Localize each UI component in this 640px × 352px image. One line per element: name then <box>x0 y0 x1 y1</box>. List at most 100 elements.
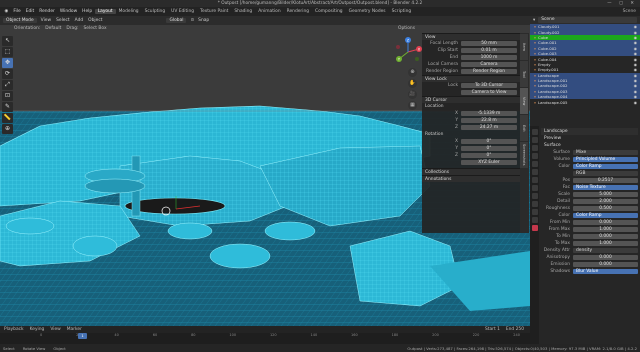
end-frame-field[interactable]: End 250 <box>506 327 524 332</box>
timeline-menu-view[interactable]: View <box>50 327 60 332</box>
view-prop-value-field[interactable]: Camera <box>461 61 517 68</box>
timeline-menu-marker[interactable]: Marker <box>67 327 82 332</box>
object-tab-icon[interactable] <box>531 177 538 183</box>
outliner-filter-icon[interactable]: ▾ <box>533 18 535 23</box>
cursor-location-value-field[interactable]: 24.27 m <box>461 124 517 131</box>
shader-node-value[interactable]: 0.000 <box>573 219 638 226</box>
shader-node-value[interactable]: 0.000 <box>573 233 638 240</box>
cursor-section-header[interactable]: 3D Cursor <box>422 96 520 103</box>
viewport-menu-select[interactable]: Select <box>56 18 70 23</box>
workspace-tab-modeling[interactable]: Modeling <box>116 9 142 14</box>
visibility-eye-icon[interactable]: ◉ <box>634 89 637 94</box>
select-box-icon[interactable]: ⬚ <box>2 47 13 57</box>
annotate-tool-icon[interactable]: ✎ <box>2 102 13 112</box>
cursor-rotation-value-field[interactable]: 0° <box>461 152 517 159</box>
outliner-item[interactable]: ▿ Landscape.005 ◉ <box>530 99 640 105</box>
camera-view-icon[interactable]: 🎥 <box>408 90 417 99</box>
visibility-eye-icon[interactable]: ◉ <box>634 62 637 67</box>
workspace-tab-geometry-nodes[interactable]: Geometry Nodes <box>346 9 389 14</box>
grid-perspective-icon[interactable]: ▦ <box>408 101 417 110</box>
menu-help[interactable]: Help <box>80 9 95 14</box>
measure-tool-icon[interactable]: 📏 <box>2 113 13 123</box>
shader-node-value[interactable]: density <box>573 247 638 254</box>
shader-node-value[interactable]: 5.000 <box>573 191 638 198</box>
scale-tool-icon[interactable]: ⤢ <box>2 80 13 90</box>
tool-tab-icon[interactable] <box>531 129 538 135</box>
scene-tab-icon[interactable] <box>531 161 538 167</box>
workspace-tab-rendering[interactable]: Rendering <box>284 9 312 14</box>
section-preview[interactable]: Preview <box>541 135 638 142</box>
start-frame-field[interactable]: Start 1 <box>485 327 500 332</box>
visibility-eye-icon[interactable]: ◉ <box>634 73 637 78</box>
menu-file[interactable]: File <box>11 9 23 14</box>
shader-node-value[interactable]: Color Ramp <box>573 212 638 219</box>
view-lock-header[interactable]: View Lock <box>422 75 520 82</box>
workspace-tab-scripting[interactable]: Scripting <box>389 9 415 14</box>
snap-toggle[interactable]: Snap <box>198 18 209 23</box>
shader-node-value[interactable]: 2.000 <box>573 198 638 205</box>
visibility-eye-icon[interactable]: ◉ <box>634 67 637 72</box>
collections-section-header[interactable]: Collections <box>422 168 520 175</box>
workspace-tab-texture-paint[interactable]: Texture Paint <box>197 9 231 14</box>
timeline-menu-playback[interactable]: Playback <box>4 327 24 332</box>
transform-tool-icon[interactable]: ⊡ <box>2 91 13 101</box>
view-prop-value-field[interactable]: 50 mm <box>461 40 517 47</box>
sidebar-tab-item[interactable]: Item <box>520 34 528 60</box>
shader-node-value[interactable]: 0.000 <box>573 261 638 268</box>
visibility-eye-icon[interactable]: ◉ <box>634 24 637 29</box>
visibility-eye-icon[interactable]: ◉ <box>634 78 637 83</box>
shader-node-value[interactable]: 0.500 <box>573 205 638 212</box>
view-layer-tab-icon[interactable] <box>531 153 538 159</box>
cursor-location-value-field[interactable]: -5.1339 m <box>461 110 517 117</box>
timeline-menu-keying[interactable]: Keying <box>30 327 45 332</box>
visibility-eye-icon[interactable]: ◉ <box>634 83 637 88</box>
navigation-gizmo[interactable]: X Y Z <box>393 37 423 67</box>
timeline-playhead[interactable]: 1 <box>78 333 87 339</box>
output-tab-icon[interactable] <box>531 145 538 151</box>
world-tab-icon[interactable] <box>531 169 538 175</box>
visibility-eye-icon[interactable]: ◉ <box>634 40 637 45</box>
scene-selector[interactable]: Scene <box>623 9 640 14</box>
lock-prop-value-field[interactable]: Camera to View <box>461 89 517 96</box>
workspace-tab-shading[interactable]: Shading <box>231 9 255 14</box>
visibility-eye-icon[interactable]: ◉ <box>634 57 637 62</box>
window-controls[interactable]: — ▢ ✕ <box>607 0 637 7</box>
transform-orientation-dropdown[interactable]: Global <box>166 18 187 23</box>
cursor-rotation-value-field[interactable]: 0° <box>461 138 517 145</box>
shader-node-value[interactable]: Blur Value <box>573 268 638 275</box>
options-dropdown[interactable]: Options <box>398 26 415 31</box>
workspace-tab-uv-editing[interactable]: UV Editing <box>168 9 197 14</box>
viewport-menu-view[interactable]: View <box>41 18 51 23</box>
viewport-menu-add[interactable]: Add <box>75 18 84 23</box>
view-prop-value-field[interactable]: Render Region <box>461 68 517 75</box>
sidebar-tab-view[interactable]: View <box>520 88 528 114</box>
visibility-eye-icon[interactable]: ◉ <box>634 35 637 40</box>
shader-node-value[interactable]: 0.000 <box>573 254 638 261</box>
workspace-tab-layout[interactable]: Layout <box>94 9 116 14</box>
pivot-icon[interactable]: ⊙ <box>190 18 194 23</box>
add-cube-icon[interactable]: ⊕ <box>2 124 13 134</box>
menu-edit[interactable]: Edit <box>23 9 37 14</box>
shader-node-value[interactable]: Color Ramp <box>573 163 638 170</box>
workspace-tab-sculpting[interactable]: Sculpting <box>142 9 169 14</box>
constraints-tab-icon[interactable] <box>531 209 538 215</box>
rotation-mode-dropdown[interactable]: XYZ Euler <box>461 159 517 166</box>
menu-render[interactable]: Render <box>37 9 58 14</box>
lock-prop-value-field[interactable]: To 3D Cursor <box>461 82 517 89</box>
move-tool-icon[interactable]: ✥ <box>2 58 13 68</box>
workspace-tab-compositing[interactable]: Compositing <box>312 9 346 14</box>
sidebar-tab-tool[interactable]: Tool <box>520 61 528 87</box>
data-tab-icon[interactable] <box>531 217 538 223</box>
render-tab-icon[interactable] <box>531 137 538 143</box>
visibility-eye-icon[interactable]: ◉ <box>634 51 637 56</box>
viewport-menu-object[interactable]: Object <box>88 18 102 23</box>
physics-tab-icon[interactable] <box>531 201 538 207</box>
modifier-tab-icon[interactable] <box>531 185 538 191</box>
pan-hand-icon[interactable]: ✋ <box>408 79 417 88</box>
view-prop-value-field[interactable]: 0.01 m <box>461 47 517 54</box>
rotate-tool-icon[interactable]: ⟳ <box>2 69 13 79</box>
mode-dropdown[interactable]: Object Mode <box>3 18 37 23</box>
select-tool-icon[interactable]: ↖ <box>2 36 13 46</box>
view-prop-value-field[interactable]: 1000 m <box>461 54 517 61</box>
cursor-rotation-value-field[interactable]: 0° <box>461 145 517 152</box>
